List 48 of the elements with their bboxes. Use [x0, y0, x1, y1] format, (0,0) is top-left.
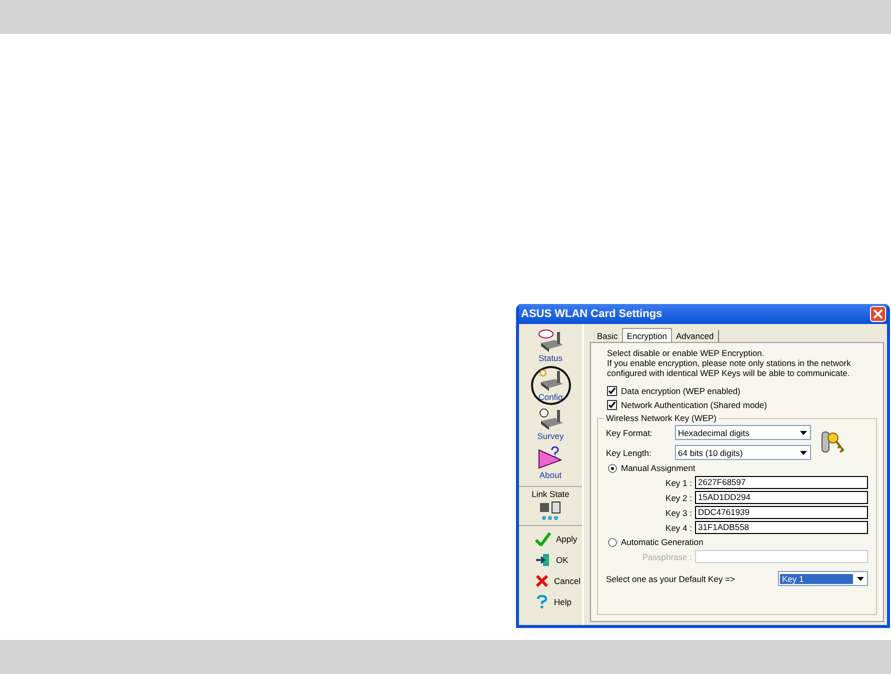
router-icon	[536, 407, 564, 431]
check-icon	[535, 532, 551, 546]
radio-label: Automatic Generation	[621, 537, 704, 547]
checkbox-label: Network Authentication (Shared mode)	[621, 400, 767, 410]
nav-item[interactable]: Survey	[530, 405, 570, 444]
tab[interactable]: Encryption	[622, 328, 672, 342]
field-label: Key 4 :	[666, 522, 692, 532]
nav-item[interactable]: Status	[530, 327, 570, 366]
group-title: Wireless Network Key (WEP)	[604, 413, 719, 423]
radio-label: Manual Assignment	[621, 463, 696, 473]
field-label: Key 2 :	[666, 492, 692, 502]
checkbox-label: Data encryption (WEP enabled)	[621, 386, 740, 396]
instruction-text: If you enable encryption, please note only stations in the network configured with identical WEP Keys will be able to communicate.	[607, 358, 852, 378]
radio-button[interactable]	[608, 464, 617, 472]
sidebar-button[interactable]: Apply	[535, 532, 582, 545]
sidebar-button[interactable]: Help	[535, 595, 582, 608]
router-icon	[536, 329, 564, 353]
router-icon	[536, 368, 564, 392]
door-icon	[535, 552, 551, 566]
field-label: Key Length:	[606, 448, 652, 458]
close-icon	[535, 574, 549, 588]
field-label: Key Format:	[606, 428, 654, 438]
dropdown[interactable]: 64 bits (10 digits)	[675, 445, 811, 460]
radio-button[interactable]	[608, 538, 617, 546]
help-icon	[536, 446, 564, 470]
tab[interactable]: Basic	[593, 330, 622, 342]
field-label: Key 3 :	[666, 508, 692, 518]
sidebar-button[interactable]: Cancel	[535, 574, 582, 587]
close-button[interactable]	[870, 306, 886, 322]
nav-item[interactable]: Config	[530, 366, 570, 405]
key-field[interactable]: 15AD1DD294	[695, 491, 868, 504]
nav-item[interactable]: About	[530, 444, 570, 483]
checkbox[interactable]	[607, 386, 617, 396]
dropdown[interactable]: Hexadecimal digits	[675, 425, 811, 440]
link-state-label: Link State	[532, 489, 570, 499]
sidebar-button[interactable]: OK	[535, 553, 582, 566]
passphrase-field[interactable]	[695, 550, 868, 563]
dropdown[interactable]: Key 1	[778, 571, 868, 586]
instruction-text: Select disable or enable WEP Encryption.	[607, 348, 766, 358]
field-label: Select one as your Default Key =>	[606, 574, 735, 584]
window-title: ASUS WLAN Card Settings	[521, 308, 662, 320]
key-field[interactable]: 2627F68597	[695, 476, 868, 489]
field-label: Key 1 :	[666, 478, 692, 488]
key-field[interactable]: 31F1ADB558	[695, 521, 868, 534]
help-icon	[535, 594, 549, 608]
checkbox[interactable]	[607, 400, 617, 410]
field-label: Passphrase :	[642, 552, 692, 562]
key-field[interactable]: DDC4761939	[695, 506, 868, 519]
